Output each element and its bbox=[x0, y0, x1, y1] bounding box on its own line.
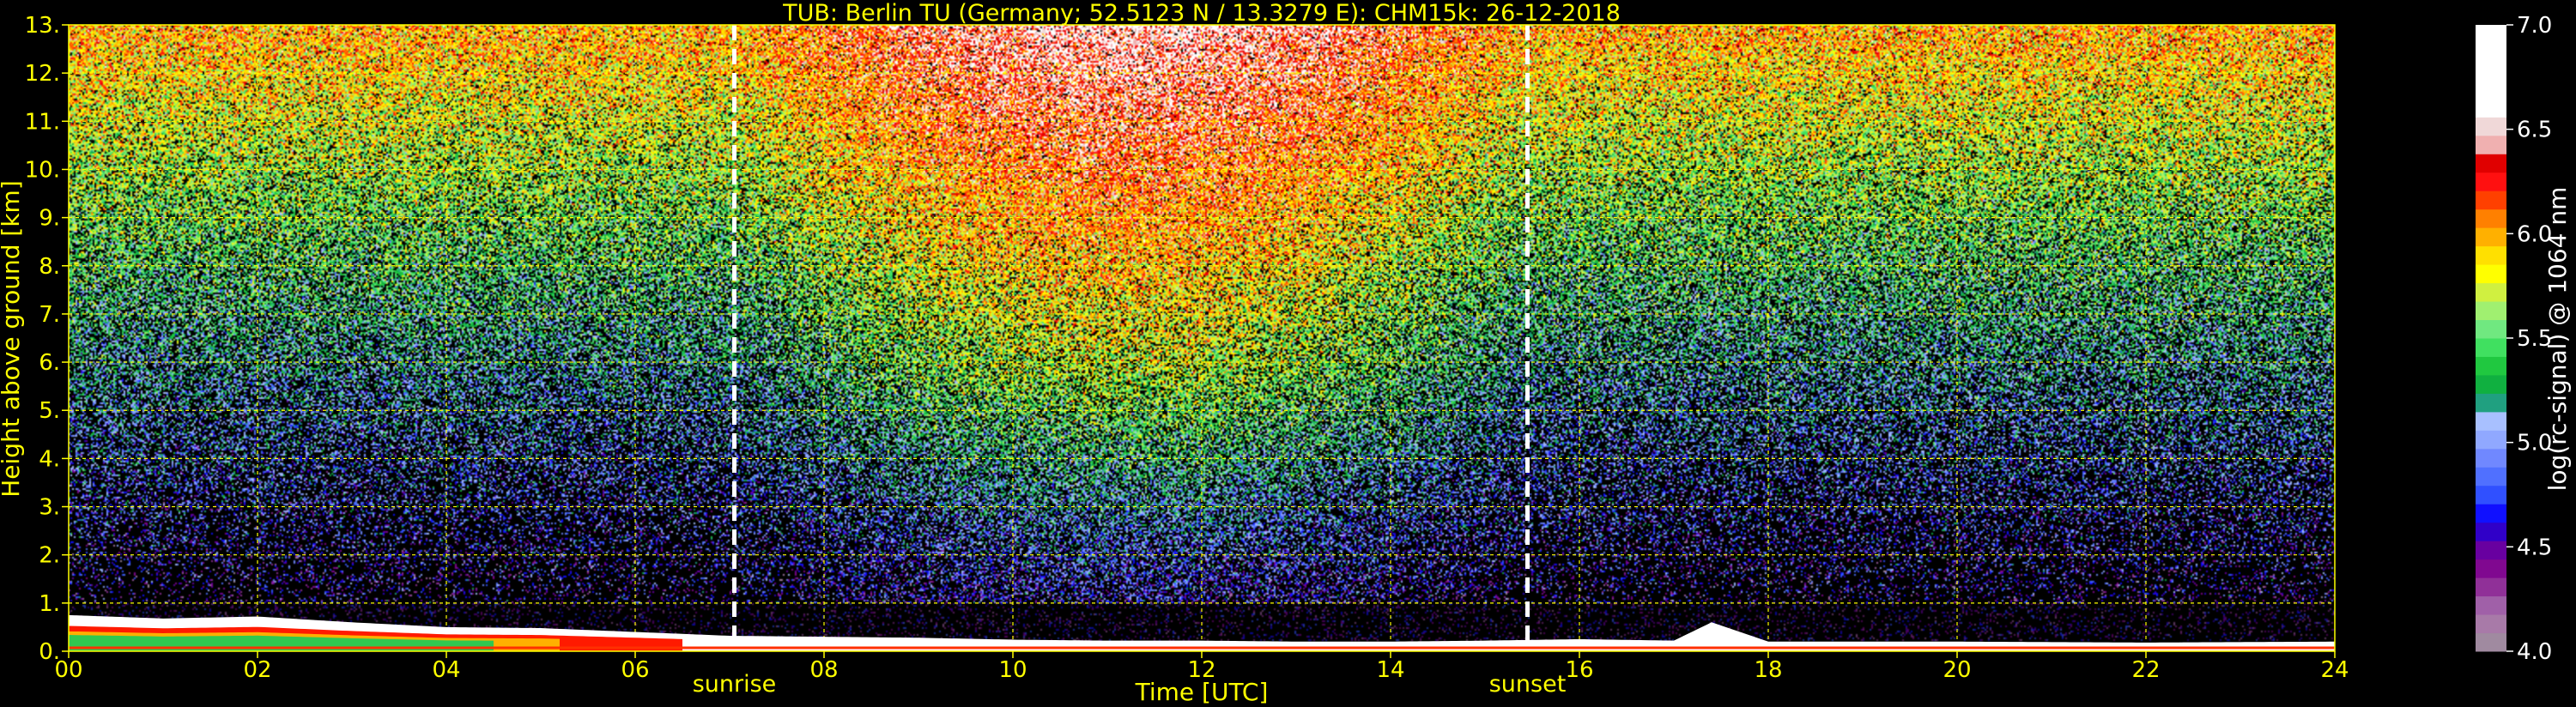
x-tick-label: 14 bbox=[1376, 657, 1404, 683]
y-tick-label: 6. bbox=[39, 350, 60, 376]
chart-overlay: sunrise sunset 0.1.2.3.4.5.6.7.8.9.10.11.… bbox=[0, 0, 2572, 706]
y-axis-label: Height above ground [km] bbox=[0, 180, 25, 498]
y-tick-label: 11. bbox=[25, 109, 60, 135]
colorbar-segment bbox=[2476, 172, 2506, 191]
x-tick-label: 00 bbox=[54, 657, 82, 683]
colorbar-tick-label: 6.5 bbox=[2517, 118, 2552, 143]
y-tick-label: 2. bbox=[39, 543, 60, 569]
colorbar-segment bbox=[2476, 522, 2506, 541]
colorbar-segment bbox=[2476, 135, 2506, 154]
y-tick-label: 10. bbox=[25, 157, 60, 183]
colorbar-segment bbox=[2476, 25, 2506, 44]
ceilometer-figure: sunrise sunset 0. 1. 2. 3. 4. 5. 6. 7. 8. 9. 10. 11.… bbox=[0, 0, 2576, 707]
x-tick-label: 20 bbox=[1943, 657, 1971, 683]
colorbar-segment bbox=[2476, 227, 2506, 247]
colorbar-segment bbox=[2476, 264, 2506, 284]
colorbar-label: log(rc-signal) @ 1064 nm bbox=[2543, 187, 2572, 492]
colorbar-tick-label: 4.0 bbox=[2517, 639, 2552, 665]
event-lines: sunrise sunset bbox=[693, 25, 1567, 698]
y-tick-label: 8. bbox=[39, 254, 60, 280]
x-tick-label: 06 bbox=[621, 657, 649, 683]
chart-title: TUB: Berlin TU (Germany; 52.5123 N / 13.… bbox=[782, 0, 1621, 27]
colorbar-segment bbox=[2476, 577, 2506, 597]
y-tick-label: 9. bbox=[39, 206, 60, 232]
colorbar-segment bbox=[2476, 154, 2506, 173]
x-tick-label: 04 bbox=[432, 657, 460, 683]
x-tick-label: 18 bbox=[1754, 657, 1782, 683]
colorbar-segment bbox=[2476, 541, 2506, 560]
colorbar-segment bbox=[2476, 80, 2506, 100]
colorbar-segment bbox=[2476, 595, 2506, 615]
colorbar-segment bbox=[2476, 411, 2506, 431]
colorbar-segment bbox=[2476, 98, 2506, 118]
colorbar-segment bbox=[2476, 43, 2506, 63]
y-tick-label: 12. bbox=[25, 61, 60, 87]
event-label-sunset: sunset bbox=[1489, 671, 1567, 698]
y-tick-label: 13. bbox=[25, 13, 60, 39]
colorbar-segment bbox=[2476, 301, 2506, 321]
colorbar-segment bbox=[2476, 61, 2506, 81]
grid-lines bbox=[69, 25, 2335, 651]
y-tick-label: 4. bbox=[39, 446, 60, 472]
y-tick-label: 5. bbox=[39, 398, 60, 424]
plot-frame bbox=[68, 24, 2336, 652]
colorbar-segment bbox=[2476, 117, 2506, 136]
colorbar-tick-label: 4.5 bbox=[2517, 535, 2552, 560]
colorbar-segment bbox=[2476, 504, 2506, 523]
x-tick-label: 24 bbox=[2320, 657, 2349, 683]
x-tick-label: 22 bbox=[2131, 657, 2160, 683]
colorbar-segment bbox=[2476, 319, 2506, 339]
colorbar-segment bbox=[2476, 393, 2506, 413]
y-tick-label: 7. bbox=[39, 302, 60, 328]
colorbar-segment bbox=[2476, 614, 2506, 634]
colorbar-segment bbox=[2476, 485, 2506, 505]
event-label-sunrise: sunrise bbox=[693, 671, 777, 698]
colorbar-segment bbox=[2476, 632, 2506, 652]
colorbar-tick-label: 7.0 bbox=[2517, 13, 2552, 39]
colorbar-segment bbox=[2476, 559, 2506, 578]
colorbar-segment bbox=[2476, 338, 2506, 357]
colorbar-segment bbox=[2476, 467, 2506, 486]
y-tick-label: 3. bbox=[39, 495, 60, 521]
colorbar-segment bbox=[2476, 190, 2506, 210]
y-tick-labels: 0.1.2.3.4.5.6.7.8.9.10.11.12.13. bbox=[25, 13, 69, 665]
colorbar-segment bbox=[2476, 245, 2506, 265]
x-tick-label: 08 bbox=[809, 657, 838, 683]
x-tick-label: 16 bbox=[1565, 657, 1593, 683]
colorbar-segment bbox=[2476, 374, 2506, 394]
colorbar-segment bbox=[2476, 448, 2506, 468]
colorbar-segment bbox=[2476, 356, 2506, 376]
colorbar-segment bbox=[2476, 430, 2506, 450]
x-tick-label: 02 bbox=[243, 657, 271, 683]
x-tick-label: 10 bbox=[998, 657, 1027, 683]
colorbar: 4.04.55.05.56.06.57.0 bbox=[2476, 13, 2552, 665]
x-axis-label: Time [UTC] bbox=[1135, 678, 1269, 706]
colorbar-segment bbox=[2476, 282, 2506, 302]
colorbar-segment bbox=[2476, 208, 2506, 228]
y-tick-label: 1. bbox=[39, 591, 60, 617]
boundary-layer bbox=[69, 614, 2335, 651]
